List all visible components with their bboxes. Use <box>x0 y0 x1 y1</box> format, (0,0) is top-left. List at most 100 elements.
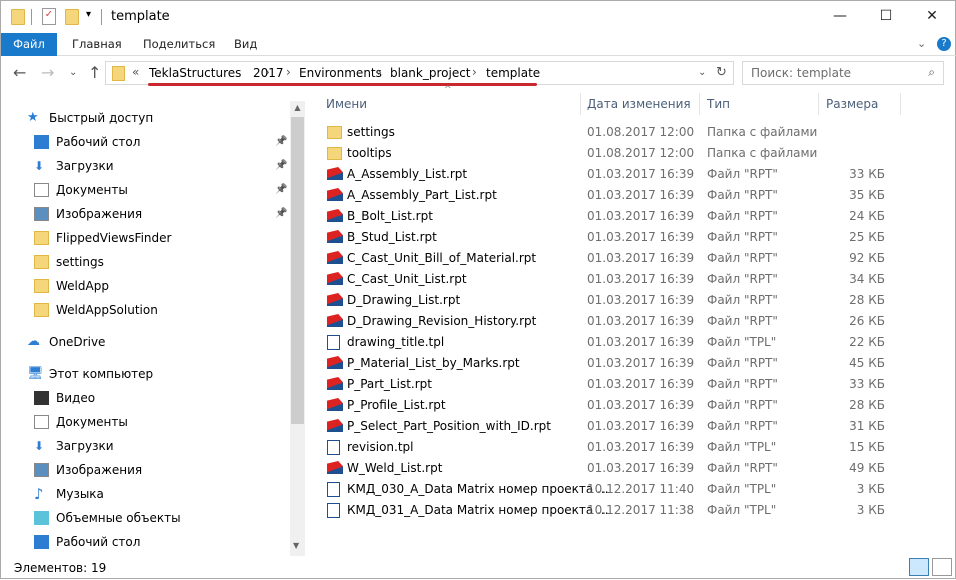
file-row[interactable]: revision.tpl 01.03.2017 16:39 Файл "TPL" 15… <box>323 437 901 458</box>
breadcrumb-template[interactable]: template <box>486 66 540 80</box>
file-size: 49 КБ <box>849 461 885 475</box>
file-row[interactable]: P_Profile_List.rpt 01.03.2017 16:39 Файл "… <box>323 395 901 416</box>
report-file-icon <box>327 419 343 432</box>
scroll-up-icon[interactable]: ▲ <box>290 103 305 112</box>
sidebar-item[interactable]: Изображения 📌 <box>1 203 290 225</box>
sidebar-item[interactable]: WeldApp <box>1 275 290 297</box>
file-row[interactable]: settings 01.08.2017 12:00 Папка с файлами <box>323 122 901 143</box>
sidebar-item[interactable]: settings <box>1 251 290 273</box>
file-row[interactable]: W_Weld_List.rpt 01.03.2017 16:39 Файл "RPT… <box>323 458 901 479</box>
file-row[interactable]: C_Cast_Unit_List.rpt 01.03.2017 16:39 Файл… <box>323 269 901 290</box>
chevron-right-icon[interactable]: › <box>377 65 382 79</box>
close-button[interactable]: ✕ <box>909 1 955 33</box>
sidebar-item[interactable]: Объемные объекты <box>1 507 290 529</box>
file-row[interactable]: A_Assembly_Part_List.rpt 01.03.2017 16:39… <box>323 185 901 206</box>
scroll-down-icon[interactable]: ▼ <box>293 541 299 550</box>
sidebar-item[interactable]: ⬇ Загрузки <box>1 435 290 457</box>
sidebar-item[interactable]: ⬇ Загрузки 📌 <box>1 155 290 177</box>
sidebar-item[interactable]: Документы <box>1 411 290 433</box>
column-header-size[interactable]: Размера <box>819 93 901 115</box>
forward-button[interactable]: → <box>41 63 54 82</box>
search-placeholder: Поиск: template <box>751 66 852 80</box>
back-button[interactable]: ← <box>13 63 26 82</box>
address-dropdown-icon[interactable]: ⌄ <box>698 67 706 78</box>
chevron-right-icon[interactable]: › <box>472 65 477 79</box>
sidebar-item[interactable]: ☁ OneDrive <box>1 331 290 353</box>
address-bar[interactable]: « TeklaStructures › 2017 › Environments … <box>105 61 734 85</box>
new-folder-icon[interactable] <box>65 9 79 25</box>
recent-locations-button[interactable]: ⌄ <box>69 67 77 78</box>
sidebar-item[interactable]: Рабочий стол 📌 <box>1 131 290 153</box>
sidebar-item-label: Документы <box>56 183 128 197</box>
file-row[interactable]: tooltips 01.08.2017 12:00 Папка с файлами <box>323 143 901 164</box>
file-type: Файл "RPT" <box>707 167 778 181</box>
large-icons-view-button[interactable] <box>932 558 952 576</box>
chevron-right-icon[interactable]: › <box>286 65 291 79</box>
file-row[interactable]: P_Part_List.rpt 01.03.2017 16:39 Файл "RPT… <box>323 374 901 395</box>
sidebar-item[interactable]: Видео <box>1 387 290 409</box>
column-header-type[interactable]: Тип <box>700 93 819 115</box>
breadcrumb-2017[interactable]: 2017 <box>253 66 284 80</box>
sidebar-item[interactable]: ♪ Музыка <box>1 483 290 505</box>
file-size: 24 КБ <box>849 209 885 223</box>
file-name: revision.tpl <box>347 440 414 454</box>
column-header-name[interactable]: Имени <box>323 93 581 115</box>
file-size: 35 КБ <box>849 188 885 202</box>
column-header-date[interactable]: Дата изменения <box>581 93 700 115</box>
tab-home[interactable]: Главная <box>58 33 136 56</box>
report-file-icon <box>327 314 343 327</box>
pin-icon[interactable]: 📌 <box>275 179 287 201</box>
file-type: Файл "RPT" <box>707 461 778 475</box>
file-row[interactable]: КМД_030_A_Data Matrix номер проекта ... 1… <box>323 479 901 500</box>
file-row[interactable]: drawing_title.tpl 01.03.2017 16:39 Файл "T… <box>323 332 901 353</box>
maximize-button[interactable]: ☐ <box>863 1 909 33</box>
sidebar-item[interactable]: ★ Быстрый доступ <box>1 107 290 129</box>
sidebar-item[interactable]: WeldAppSolution <box>1 299 290 321</box>
report-file-icon <box>327 251 343 264</box>
breadcrumb-blank-project[interactable]: blank_project <box>390 66 471 80</box>
sidebar-item[interactable]: Документы 📌 <box>1 179 290 201</box>
file-name: КМД_030_A_Data Matrix номер проекта ... <box>347 482 609 496</box>
pin-icon[interactable]: 📌 <box>275 203 287 225</box>
refresh-icon[interactable]: ↻ <box>716 65 727 80</box>
file-row[interactable]: P_Material_List_by_Marks.rpt 01.03.2017 1… <box>323 353 901 374</box>
file-date: 01.03.2017 16:39 <box>587 167 695 181</box>
expand-ribbon-icon[interactable]: ⌄ <box>917 37 926 50</box>
minimize-button[interactable]: — <box>817 1 863 33</box>
file-row[interactable]: P_Select_Part_Position_with_ID.rpt 01.03.… <box>323 416 901 437</box>
title-bar: ✓ ▾ template — ☐ ✕ <box>1 1 956 33</box>
sidebar-scroll-thumb[interactable] <box>291 117 304 424</box>
breadcrumb-teklastructures[interactable]: TeklaStructures <box>149 66 241 80</box>
file-row[interactable]: A_Assembly_List.rpt 01.03.2017 16:39 Файл … <box>323 164 901 185</box>
file-date: 01.03.2017 16:39 <box>587 188 695 202</box>
file-row[interactable]: B_Bolt_List.rpt 01.03.2017 16:39 Файл "RPT… <box>323 206 901 227</box>
pin-icon[interactable]: 📌 <box>275 131 287 153</box>
tab-file[interactable]: Файл <box>1 33 57 56</box>
sidebar-item-label: Видео <box>56 391 96 405</box>
file-row[interactable]: КМД_031_A_Data Matrix номер проекта ... 1… <box>323 500 901 521</box>
file-type: Файл "RPT" <box>707 356 778 370</box>
navigation-pane: ★ Быстрый доступ Рабочий стол 📌 ⬇ Загрузки 📌 До… <box>1 101 290 556</box>
file-row[interactable]: C_Cast_Unit_Bill_of_Material.rpt 01.03.20… <box>323 248 901 269</box>
sidebar-item[interactable]: FlippedViewsFinder <box>1 227 290 249</box>
tab-share[interactable]: Поделиться <box>129 33 229 56</box>
search-input[interactable]: Поиск: template ⌕ <box>742 61 944 85</box>
pin-icon[interactable]: 📌 <box>275 155 287 177</box>
file-row[interactable]: D_Drawing_List.rpt 01.03.2017 16:39 Файл "… <box>323 290 901 311</box>
file-name: P_Select_Part_Position_with_ID.rpt <box>347 419 551 433</box>
file-size: 22 КБ <box>849 335 885 349</box>
tab-view[interactable]: Вид <box>220 33 271 56</box>
customize-toolbar-icon[interactable]: ▾ <box>86 9 91 20</box>
properties-icon[interactable]: ✓ <box>42 8 56 25</box>
sidebar-item[interactable]: Рабочий стол <box>1 531 290 553</box>
help-icon[interactable]: ? <box>937 37 951 51</box>
folder-icon <box>34 303 49 317</box>
details-view-button[interactable] <box>909 558 929 576</box>
sidebar-item[interactable]: Изображения <box>1 459 290 481</box>
sidebar-item[interactable]: 🖥 Этот компьютер <box>1 363 290 385</box>
breadcrumb-environments[interactable]: Environments <box>299 66 382 80</box>
file-row[interactable]: B_Stud_List.rpt 01.03.2017 16:39 Файл "RPT… <box>323 227 901 248</box>
overflow-crumb[interactable]: « <box>132 65 139 79</box>
file-row[interactable]: D_Drawing_Revision_History.rpt 01.03.2017… <box>323 311 901 332</box>
up-button[interactable]: ↑ <box>88 63 101 82</box>
